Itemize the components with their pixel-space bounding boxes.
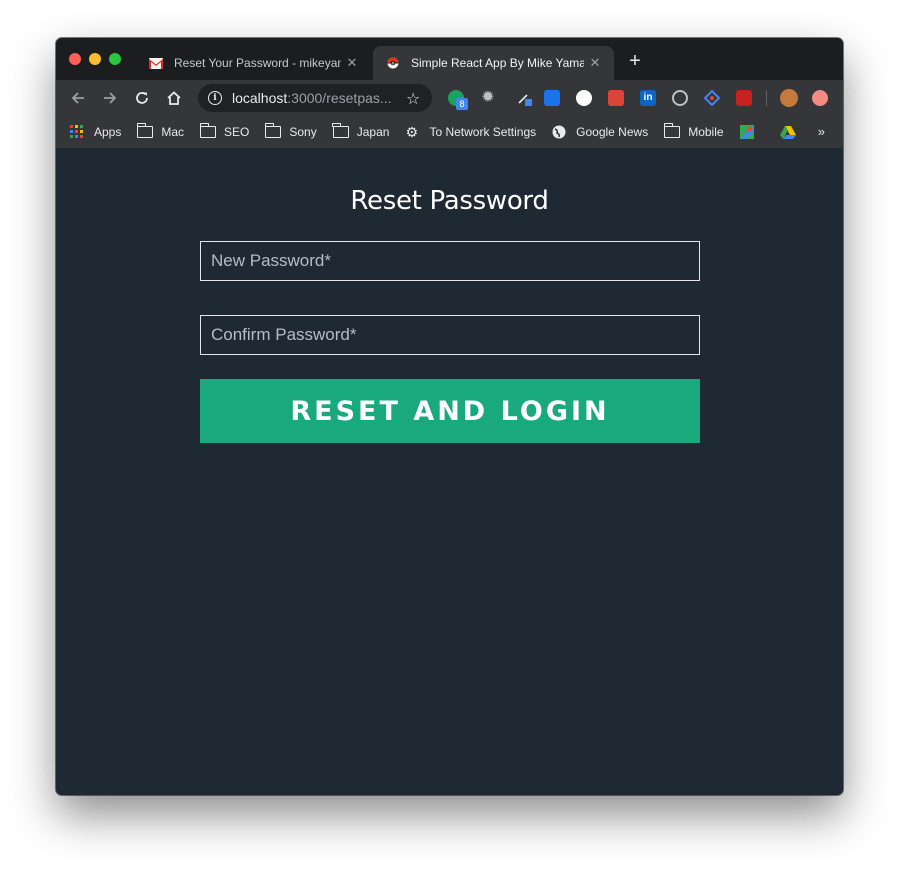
page-content: Reset Password RESET AND LOGIN xyxy=(56,148,843,795)
avatar[interactable] xyxy=(780,89,798,107)
bookmark-japan[interactable]: Japan xyxy=(332,123,390,139)
url-host: localhost xyxy=(232,90,288,106)
reset-and-login-button[interactable]: RESET AND LOGIN xyxy=(200,379,700,443)
tab-title: Simple React App By Mike Yamato xyxy=(411,56,584,70)
browser-window: Reset Your Password - mikeyamato ✕ Simpl… xyxy=(56,38,843,795)
address-bar[interactable]: i localhost :3000/resetpas... xyxy=(198,84,432,112)
folder-icon xyxy=(332,123,349,138)
pokeball-icon xyxy=(385,55,401,71)
toolbar-divider xyxy=(766,90,767,106)
maximize-window-button[interactable] xyxy=(109,53,121,65)
apps-grid-icon xyxy=(70,125,86,139)
page-title: Reset Password xyxy=(350,186,549,216)
bookmark-star-icon[interactable]: ☆ xyxy=(406,89,420,109)
tab-title: Reset Your Password - mikeyamato xyxy=(174,56,341,70)
folder-icon xyxy=(264,123,282,138)
new-tab-button[interactable]: + xyxy=(624,50,646,72)
new-password-field[interactable] xyxy=(200,241,700,281)
bookmark-apps[interactable]: Apps xyxy=(70,125,121,139)
more-bookmarks-chevron-icon[interactable]: » xyxy=(818,124,825,139)
cog-extension-icon[interactable]: ✹ xyxy=(480,90,496,106)
reload-icon[interactable] xyxy=(132,88,152,108)
close-icon[interactable]: ✕ xyxy=(341,55,363,71)
bookmarks-bar: Apps Mac SEO Sony Japan ⚙ To Network Set… xyxy=(56,116,843,148)
bookmark-label: Mac xyxy=(161,125,185,139)
url-path: :3000/resetpas... xyxy=(287,90,392,106)
bookmark-label: Apps xyxy=(94,125,122,139)
bookmark-seo[interactable]: SEO xyxy=(199,123,250,139)
bookmark-label: Sony xyxy=(289,125,317,139)
confirm-password-field[interactable] xyxy=(200,315,700,355)
maps-icon xyxy=(739,125,756,139)
json-extension-icon[interactable] xyxy=(576,90,592,106)
diamond-extension-icon[interactable] xyxy=(703,89,721,107)
gear-icon: ⚙ xyxy=(405,124,418,140)
close-icon[interactable]: ✕ xyxy=(584,55,606,71)
linkedin-icon[interactable]: in xyxy=(640,90,656,106)
bookmark-label: To Network Settings xyxy=(429,125,537,139)
bookmark-label: Google News xyxy=(576,125,649,139)
close-window-button[interactable] xyxy=(69,53,81,65)
bookmark-label: Japan xyxy=(356,125,390,139)
home-icon[interactable] xyxy=(164,88,184,108)
folder-icon xyxy=(199,123,217,138)
update-icon[interactable] xyxy=(812,90,828,106)
tab-react-app[interactable]: Simple React App By Mike Yamato ✕ xyxy=(373,46,614,80)
browser-toolbar: i localhost :3000/resetpas... ☆ 8 ✹ in xyxy=(56,80,843,116)
extension-badge: 8 xyxy=(456,98,468,110)
bookmark-mobile[interactable]: Mobile xyxy=(663,123,724,139)
back-arrow-icon[interactable] xyxy=(68,88,88,108)
blue-extension-icon[interactable] xyxy=(544,90,560,106)
tab-gmail[interactable]: Reset Your Password - mikeyamato ✕ xyxy=(136,46,371,80)
bookmark-google-maps[interactable] xyxy=(739,125,764,139)
bookmark-sony[interactable]: Sony xyxy=(264,123,317,139)
bookmark-label: SEO xyxy=(224,125,250,139)
bookmark-google-news[interactable]: Google News xyxy=(552,125,648,139)
eyedropper-extension-icon[interactable] xyxy=(516,90,532,106)
folder-icon xyxy=(663,123,681,138)
bookmark-mac[interactable]: Mac xyxy=(136,123,185,139)
tab-strip: Reset Your Password - mikeyamato ✕ Simpl… xyxy=(56,38,843,80)
gmail-icon xyxy=(148,55,164,71)
red-extension-icon[interactable] xyxy=(608,90,624,106)
cors-extension-icon[interactable] xyxy=(736,90,752,106)
minimize-window-button[interactable] xyxy=(89,53,101,65)
drive-icon xyxy=(779,125,796,139)
bookmark-label: Mobile xyxy=(688,125,724,139)
target-extension-icon[interactable] xyxy=(672,90,688,106)
bookmark-network-settings[interactable]: ⚙ To Network Settings xyxy=(405,125,536,139)
info-icon[interactable]: i xyxy=(208,91,222,105)
folder-icon xyxy=(136,123,154,138)
bookmark-google-drive[interactable] xyxy=(779,125,804,139)
forward-arrow-icon[interactable] xyxy=(100,88,120,108)
globe-icon xyxy=(552,125,568,139)
